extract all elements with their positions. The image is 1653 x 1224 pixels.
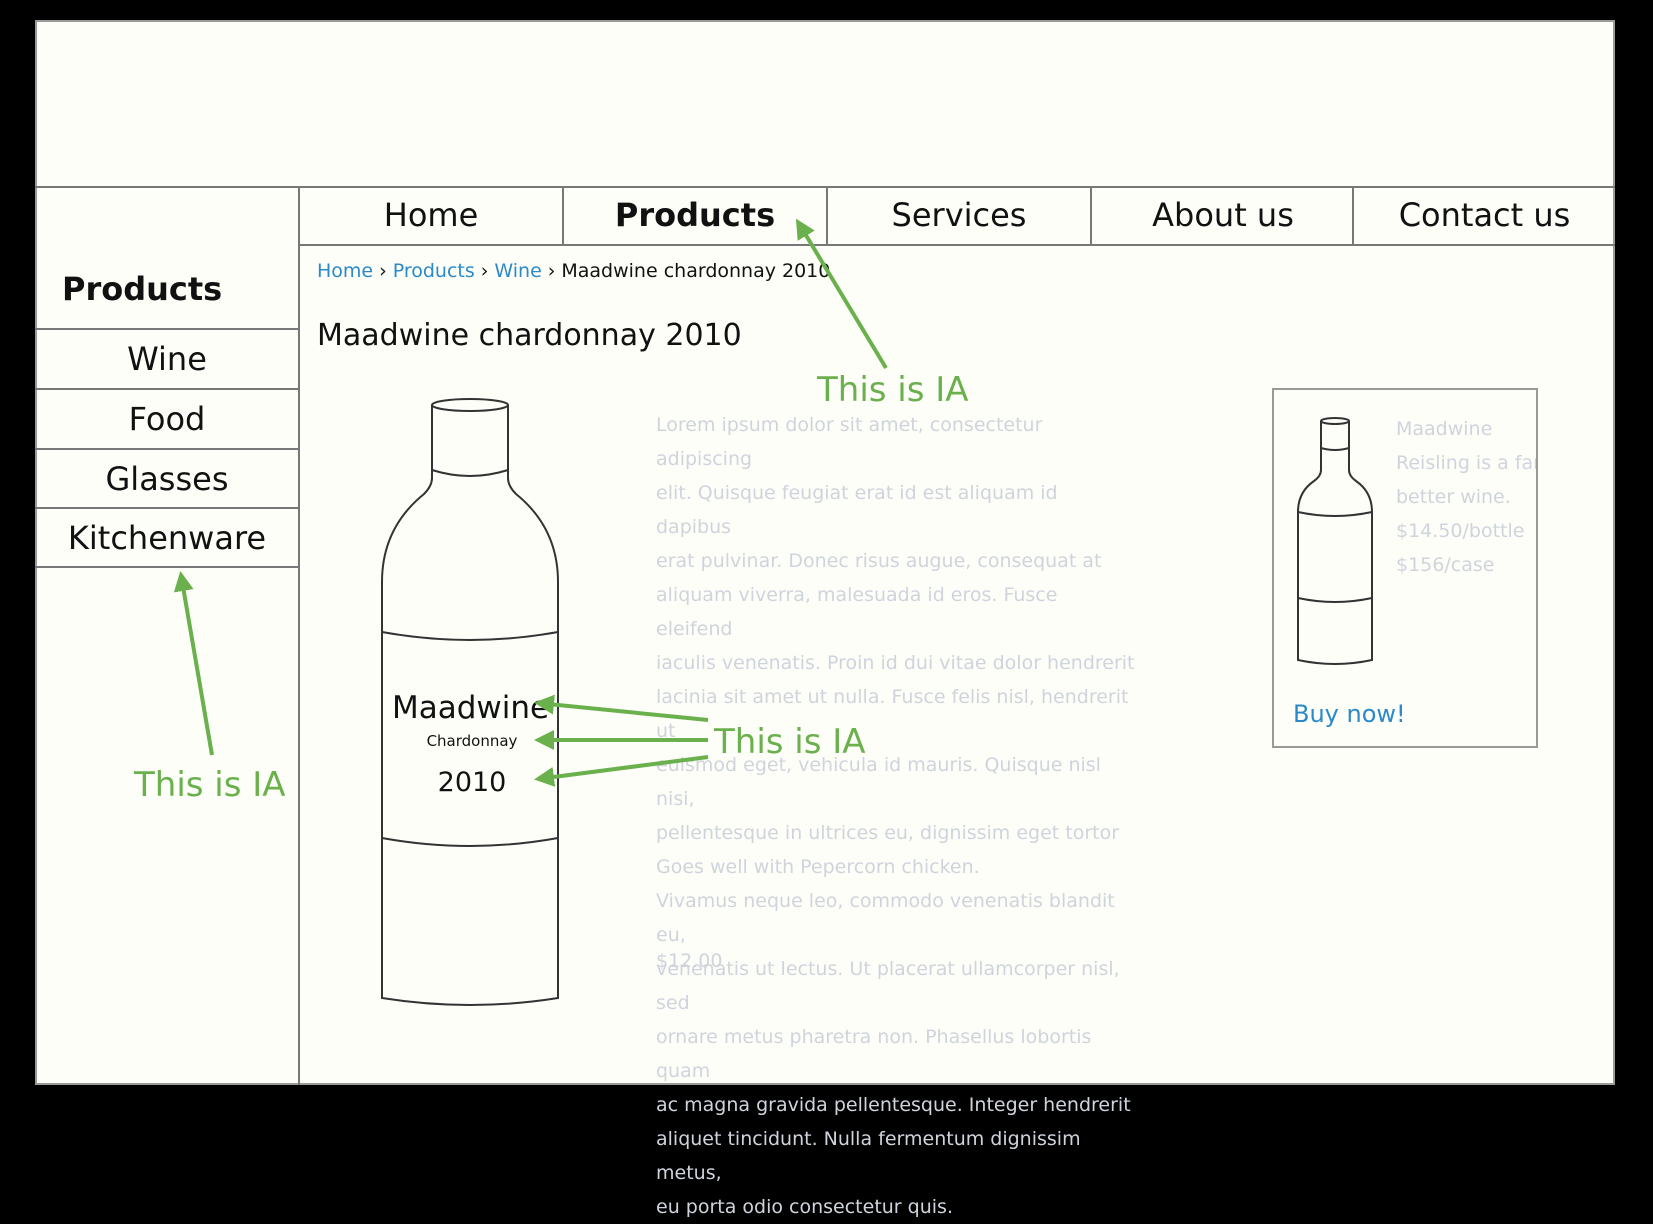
ia-label-sidebar: This is IA <box>134 765 286 805</box>
description-line: eu porta odio consectetur quis. <box>656 1196 953 1218</box>
ia-label-nav: This is IA <box>817 370 969 410</box>
ia-arrow-sidebar <box>173 571 214 756</box>
ia-arrow-nav <box>795 218 888 370</box>
ia-annotation-arrows <box>173 218 888 787</box>
ia-arrow-brand <box>534 694 709 722</box>
description-line: aliquet tincidunt. Nulla fermentum digni… <box>656 1128 1081 1184</box>
ia-arrow-year <box>534 755 709 787</box>
ia-label-bottle: This is IA <box>714 722 866 762</box>
